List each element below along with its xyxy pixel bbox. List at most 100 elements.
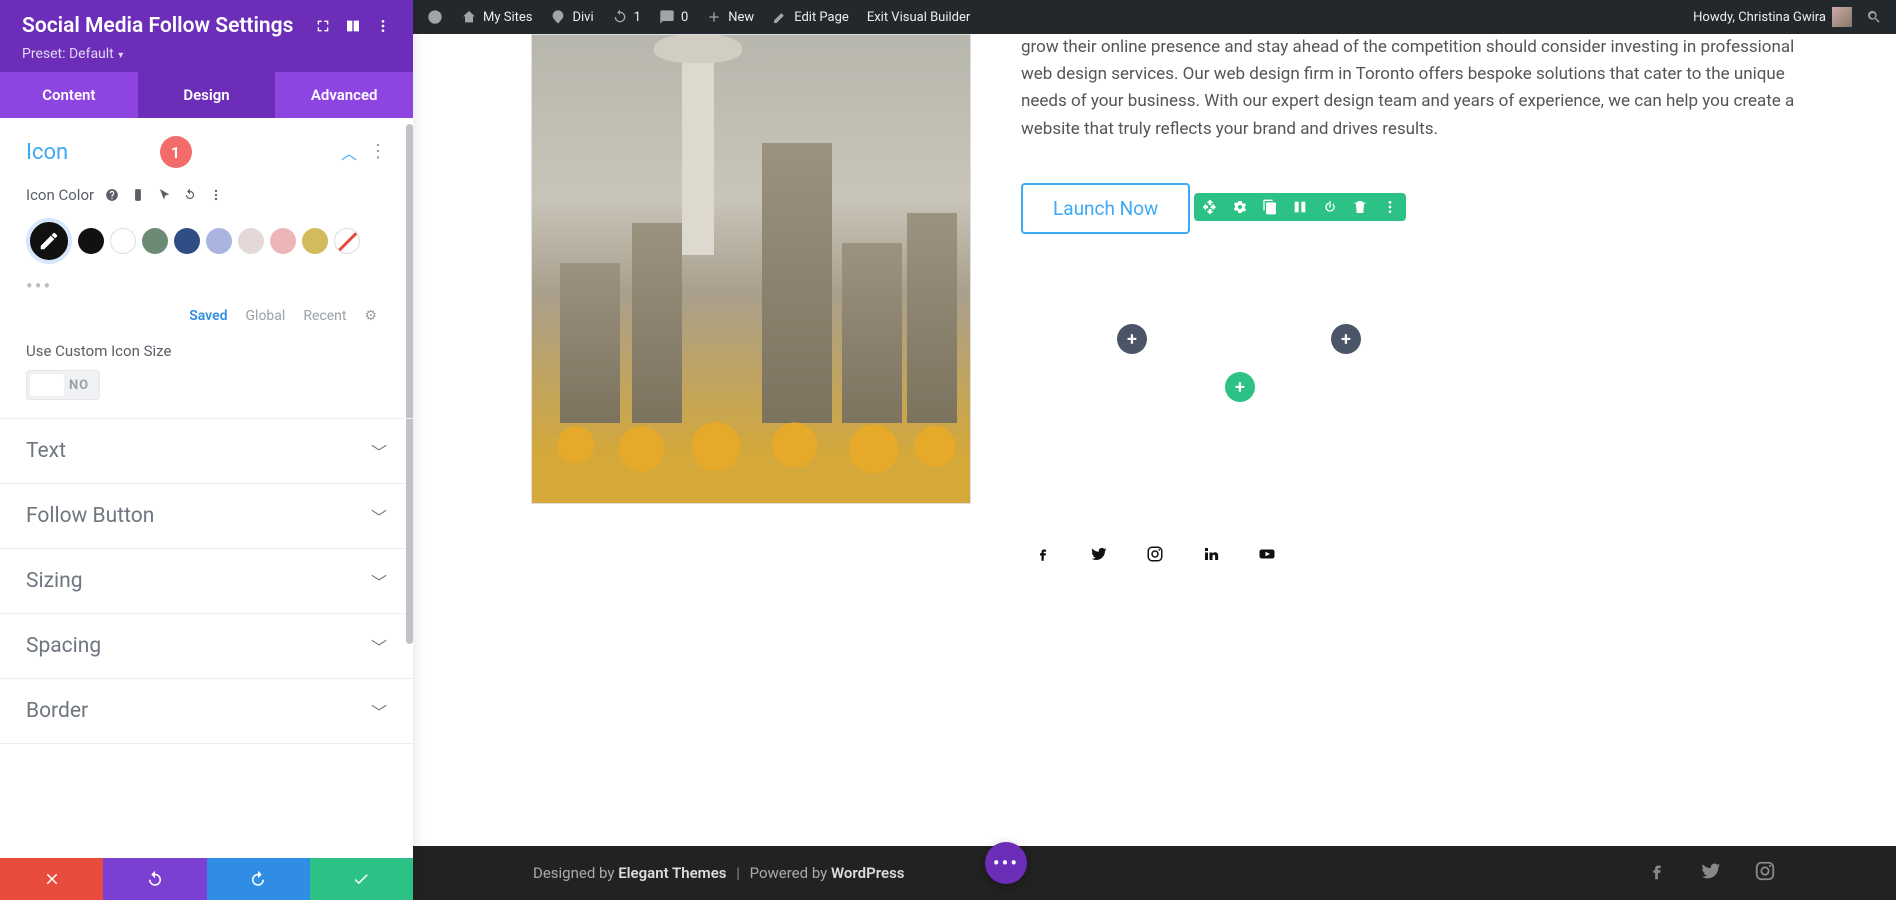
duplicate-icon[interactable] bbox=[1262, 199, 1278, 215]
module-more-icon[interactable] bbox=[1382, 199, 1398, 215]
panel-action-bar bbox=[0, 858, 413, 900]
icon-section-title[interactable]: Icon bbox=[26, 140, 152, 165]
swatch-green[interactable] bbox=[142, 228, 168, 254]
wp-admin-bar: My Sites Divi 1 0 New Edit Page Exit Vis… bbox=[413, 0, 1896, 34]
chevron-down-icon: ﹀ bbox=[371, 699, 387, 723]
chevron-down-icon: ﹀ bbox=[371, 439, 387, 463]
footer-instagram-icon[interactable] bbox=[1754, 860, 1776, 886]
swatch-white[interactable] bbox=[110, 228, 136, 254]
phone-icon[interactable] bbox=[130, 187, 146, 203]
trash-icon[interactable] bbox=[1352, 199, 1368, 215]
footer-credits: Designed by Elegant Themes | Powered by … bbox=[533, 864, 1646, 882]
site-name-item[interactable]: Divi bbox=[550, 9, 593, 25]
cancel-button[interactable] bbox=[0, 858, 103, 900]
gear-icon[interactable] bbox=[1232, 199, 1248, 215]
launch-now-button[interactable]: Launch Now bbox=[1021, 183, 1190, 234]
tab-design[interactable]: Design bbox=[138, 72, 276, 118]
border-section[interactable]: Border ﹀ bbox=[0, 679, 413, 744]
swatch-periwinkle[interactable] bbox=[206, 228, 232, 254]
footer-social bbox=[1646, 860, 1776, 886]
columns-icon[interactable] bbox=[345, 18, 361, 34]
swatch-links: Saved Global Recent ⚙ bbox=[26, 308, 387, 324]
avatar bbox=[1832, 7, 1852, 27]
custom-size-label: Use Custom Icon Size bbox=[26, 342, 387, 360]
more-icon[interactable] bbox=[375, 18, 391, 34]
add-row-button[interactable]: + bbox=[1225, 372, 1255, 402]
custom-icon-size-field: Use Custom Icon Size NO bbox=[26, 342, 387, 400]
swatch-blush[interactable] bbox=[238, 228, 264, 254]
power-icon[interactable] bbox=[1322, 199, 1338, 215]
text-section[interactable]: Text ﹀ bbox=[0, 419, 413, 484]
hero-text-column: grow their online presence and stay ahea… bbox=[1021, 34, 1796, 504]
search-icon[interactable] bbox=[1866, 9, 1882, 25]
field-more-icon[interactable] bbox=[208, 187, 224, 203]
caret-down-icon: ▾ bbox=[116, 50, 124, 61]
footer-facebook-icon[interactable] bbox=[1646, 860, 1668, 886]
howdy-item[interactable]: Howdy, Christina Gwira bbox=[1693, 7, 1852, 27]
exit-vb-item[interactable]: Exit Visual Builder bbox=[867, 10, 970, 25]
my-sites-item[interactable]: My Sites bbox=[461, 9, 532, 25]
panel-header: Social Media Follow Settings Preset: Def… bbox=[0, 0, 413, 72]
hero-image bbox=[531, 34, 971, 504]
elegant-themes-link[interactable]: Elegant Themes bbox=[618, 864, 726, 882]
toggle-knob bbox=[30, 374, 64, 396]
move-icon[interactable] bbox=[1202, 199, 1218, 215]
settings-tabs: Content Design Advanced bbox=[0, 72, 413, 118]
instagram-icon[interactable] bbox=[1145, 544, 1165, 564]
hero-row: grow their online presence and stay ahea… bbox=[413, 34, 1896, 504]
save-library-icon[interactable] bbox=[1292, 199, 1308, 215]
chevron-down-icon: ﹀ bbox=[371, 504, 387, 528]
site-footer: Designed by Elegant Themes | Powered by … bbox=[413, 846, 1896, 900]
hero-paragraph: grow their online presence and stay ahea… bbox=[1021, 34, 1796, 143]
palette-settings-icon[interactable]: ⚙ bbox=[364, 308, 377, 324]
module-toolbar bbox=[1194, 193, 1406, 221]
section-more-icon[interactable]: ⋮ bbox=[369, 143, 387, 161]
updates-item[interactable]: 1 bbox=[612, 9, 641, 25]
color-picker-swatch[interactable] bbox=[26, 218, 72, 264]
panel-body: Icon 1 ︿ ⋮ Icon Color bbox=[0, 118, 413, 858]
tab-advanced[interactable]: Advanced bbox=[275, 72, 413, 118]
expand-icon[interactable] bbox=[315, 18, 331, 34]
color-swatch-row bbox=[26, 218, 387, 264]
reset-icon[interactable] bbox=[182, 187, 198, 203]
follow-button-section[interactable]: Follow Button ﹀ bbox=[0, 484, 413, 549]
builder-fab[interactable]: ••• bbox=[985, 842, 1027, 884]
swatch-gold[interactable] bbox=[302, 228, 328, 254]
swatch-navy[interactable] bbox=[174, 228, 200, 254]
palette-global[interactable]: Global bbox=[246, 308, 286, 324]
add-module-left[interactable]: + bbox=[1117, 324, 1147, 354]
chevron-up-icon[interactable]: ︿ bbox=[341, 140, 357, 164]
preset-dropdown[interactable]: Preset: Default ▾ bbox=[22, 46, 391, 62]
tab-content[interactable]: Content bbox=[0, 72, 138, 118]
tower-shape bbox=[682, 34, 714, 255]
linkedin-icon[interactable] bbox=[1201, 544, 1221, 564]
facebook-icon[interactable] bbox=[1033, 544, 1053, 564]
palette-recent[interactable]: Recent bbox=[303, 308, 346, 324]
chevron-down-icon: ﹀ bbox=[371, 569, 387, 593]
wordpress-link[interactable]: WordPress bbox=[831, 864, 905, 882]
new-item[interactable]: New bbox=[706, 9, 754, 25]
save-button[interactable] bbox=[310, 858, 413, 900]
custom-size-toggle[interactable]: NO bbox=[26, 370, 100, 400]
add-module-right[interactable]: + bbox=[1331, 324, 1361, 354]
footer-twitter-icon[interactable] bbox=[1700, 860, 1722, 886]
swatch-pink[interactable] bbox=[270, 228, 296, 254]
swatch-black[interactable] bbox=[78, 228, 104, 254]
palette-saved[interactable]: Saved bbox=[189, 308, 227, 324]
panel-title: Social Media Follow Settings bbox=[22, 14, 301, 38]
redo-button[interactable] bbox=[207, 858, 310, 900]
wp-logo-icon[interactable] bbox=[427, 9, 443, 25]
twitter-icon[interactable] bbox=[1089, 544, 1109, 564]
toggle-state-label: NO bbox=[67, 378, 99, 393]
icon-section: Icon 1 ︿ ⋮ Icon Color bbox=[0, 118, 413, 419]
swatch-none[interactable] bbox=[334, 228, 360, 254]
undo-button[interactable] bbox=[103, 858, 206, 900]
youtube-icon[interactable] bbox=[1257, 544, 1277, 564]
sizing-section[interactable]: Sizing ﹀ bbox=[0, 549, 413, 614]
hover-icon[interactable] bbox=[156, 187, 172, 203]
help-icon[interactable] bbox=[104, 187, 120, 203]
spacing-section[interactable]: Spacing ﹀ bbox=[0, 614, 413, 679]
edit-page-item[interactable]: Edit Page bbox=[772, 9, 849, 25]
more-swatches-icon[interactable]: ••• bbox=[26, 274, 387, 298]
comments-item[interactable]: 0 bbox=[659, 9, 688, 25]
